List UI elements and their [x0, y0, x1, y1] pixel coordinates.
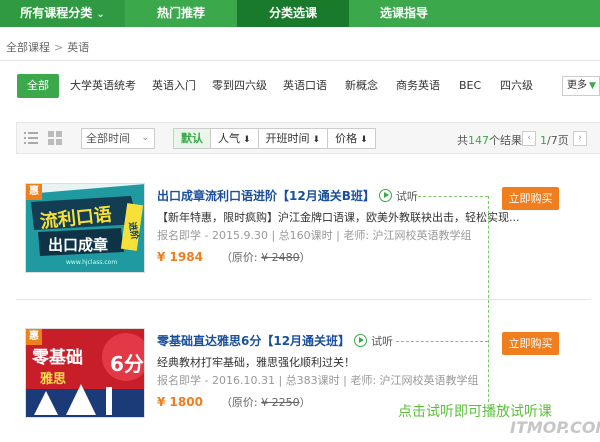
- sort-tabs: 默认 人气 ⬇ 开班时间 ⬇ 价格 ⬇: [173, 128, 376, 149]
- filter-tag[interactable]: 新概念: [345, 74, 378, 98]
- arrow-down-icon: ⬇: [312, 135, 321, 145]
- course-title[interactable]: 出口成章流利口语进阶【12月通关B班】 试听: [157, 187, 418, 204]
- page-indicator: 1/7页: [540, 132, 569, 148]
- annotation-line: [396, 341, 488, 342]
- price-orig-close: ）: [299, 251, 311, 264]
- filter-tag-all[interactable]: 全部: [17, 74, 59, 98]
- course-price: ¥ 1800 （原价: ¥ 2250）: [157, 394, 311, 410]
- course-description: 【新年特惠，限时疯购】沪江金牌口语课，欧美外教联袂出击，轻松实现...: [157, 211, 520, 224]
- list-view-icon[interactable]: [24, 131, 38, 145]
- chevron-right-icon: ›: [578, 133, 582, 143]
- course-meta: 报名即学 - 2016.10.31 | 总383课时 | 老师: 沪江网校英语教…: [157, 374, 479, 387]
- chevron-left-icon: ‹: [527, 133, 531, 143]
- result-prefix: 共: [457, 134, 468, 147]
- nav-hot[interactable]: 热门推荐: [125, 0, 237, 27]
- more-label: 更多: [567, 80, 587, 91]
- sort-bar: 全部时间 ⌄ 默认 人气 ⬇ 开班时间 ⬇ 价格 ⬇ 共147个结果 ‹ 1/7页 ›: [16, 122, 600, 154]
- page-total: /7页: [547, 134, 569, 147]
- top-nav: 所有课程分类 ⌄ 热门推荐 分类选课 选课指导: [0, 0, 600, 27]
- breadcrumb-current: 英语: [67, 41, 90, 54]
- annotation-line: [418, 196, 488, 197]
- filter-tag[interactable]: BEC: [459, 74, 481, 98]
- course-thumbnail[interactable]: 惠 零基础 雅思 6分: [25, 328, 145, 418]
- course-title-text: 零基础直达雅思6分【12月通关班】: [157, 334, 351, 348]
- all-courses-label: 所有课程分类: [20, 6, 93, 20]
- price-orig-label: （原价:: [220, 251, 262, 264]
- arrow-down-icon: ⬇: [360, 135, 368, 145]
- buy-now-button[interactable]: 立即购买: [502, 187, 559, 210]
- filter-tag[interactable]: 英语口语: [283, 74, 327, 98]
- thumb-text-2: 雅思: [40, 371, 66, 387]
- filter-tag[interactable]: 四六级: [500, 74, 533, 98]
- all-courses-menu[interactable]: 所有课程分类 ⌄: [0, 0, 125, 27]
- grid-view-icon[interactable]: [48, 131, 62, 145]
- try-listen-link[interactable]: 试听: [396, 190, 418, 203]
- divider: [16, 299, 591, 300]
- course-banner-image: 流利口语 出口成章 进阶 www.hjclass.com: [26, 184, 144, 272]
- nav-category[interactable]: 分类选课: [237, 0, 349, 27]
- sort-label: 人气: [218, 132, 240, 145]
- price-orig-close: ）: [299, 396, 311, 409]
- price-current: ¥ 1800: [157, 395, 203, 409]
- discount-badge: 惠: [26, 184, 42, 200]
- thumb-url: www.hjclass.com: [66, 259, 117, 266]
- course-description: 经典教材打牢基础，雅思强化顺利过关！: [157, 356, 355, 369]
- thumb-text-3: 6分: [110, 352, 144, 376]
- filter-tag[interactable]: 英语入门: [152, 74, 196, 98]
- play-icon[interactable]: [354, 334, 368, 347]
- nav-guide[interactable]: 选课指导: [349, 0, 459, 27]
- sort-popularity[interactable]: 人气 ⬇: [210, 129, 258, 148]
- course-item: 惠 流利口语 出口成章 进阶 www.hjclass.com 出口成章流利口语进…: [16, 180, 600, 280]
- course-thumbnail[interactable]: 惠 流利口语 出口成章 进阶 www.hjclass.com: [25, 183, 145, 273]
- annotation-line: [488, 196, 489, 402]
- sort-default[interactable]: 默认: [174, 129, 210, 148]
- filter-tag[interactable]: 大学英语统考: [70, 74, 136, 98]
- course-title[interactable]: 零基础直达雅思6分【12月通关班】 试听: [157, 332, 393, 349]
- sort-label: 价格: [335, 132, 358, 145]
- category-filter: 全部 大学英语统考 英语入门 零到四六级 英语口语 新概念 商务英语 BEC 四…: [16, 74, 600, 98]
- try-listen-link[interactable]: 试听: [371, 335, 393, 348]
- breadcrumb-root[interactable]: 全部课程: [6, 41, 50, 54]
- price-orig-value: ¥ 2250: [261, 396, 300, 409]
- sort-label: 开班时间: [265, 132, 310, 145]
- result-number: 147: [468, 134, 489, 147]
- more-button[interactable]: 更多 ▼: [562, 76, 600, 96]
- play-icon[interactable]: [378, 189, 392, 202]
- result-suffix: 个结果: [489, 134, 522, 147]
- sort-start-time[interactable]: 开班时间 ⬇: [257, 129, 328, 148]
- prev-page-button[interactable]: ‹: [522, 131, 536, 146]
- arrow-down-icon: ⬇: [243, 135, 251, 145]
- sort-price[interactable]: 价格 ⬇: [327, 129, 375, 148]
- buy-now-button[interactable]: 立即购买: [502, 332, 559, 355]
- thumb-text-2: 出口成章: [48, 236, 108, 254]
- price-orig-label: （原价:: [220, 396, 262, 409]
- chevron-down-icon: ⌄: [141, 133, 149, 143]
- page-current: 1: [540, 134, 547, 147]
- course-price: ¥ 1984 （原价: ¥ 2480）: [157, 249, 311, 265]
- next-page-button[interactable]: ›: [573, 131, 587, 146]
- price-original: （原价: ¥ 2480）: [221, 251, 311, 264]
- time-select[interactable]: 全部时间 ⌄: [81, 128, 155, 149]
- discount-badge: 惠: [26, 329, 42, 345]
- price-original: （原价: ¥ 2250）: [221, 396, 311, 409]
- breadcrumb: 全部课程 > 英语: [6, 39, 89, 55]
- thumb-text-1: 零基础: [31, 347, 83, 368]
- course-title-text: 出口成章流利口语进阶【12月通关B班】: [157, 189, 375, 203]
- chevron-down-icon: ⌄: [96, 9, 105, 20]
- price-orig-value: ¥ 2480: [261, 251, 300, 264]
- watermark: ITMOP.COM: [510, 418, 600, 437]
- course-banner-image: 零基础 雅思 6分: [26, 329, 144, 417]
- time-select-value: 全部时间: [86, 132, 130, 145]
- filter-tag[interactable]: 零到四六级: [212, 74, 267, 98]
- filter-tag[interactable]: 商务英语: [396, 74, 440, 98]
- result-count: 共147个结果: [457, 132, 522, 148]
- price-current: ¥ 1984: [157, 250, 203, 264]
- breadcrumb-separator: >: [54, 41, 64, 54]
- course-meta: 报名即学 - 2015.9.30 | 总160课时 | 老师: 沪江网校英语教学…: [157, 229, 472, 242]
- caret-down-icon: ▼: [589, 81, 596, 91]
- divider: [0, 60, 600, 61]
